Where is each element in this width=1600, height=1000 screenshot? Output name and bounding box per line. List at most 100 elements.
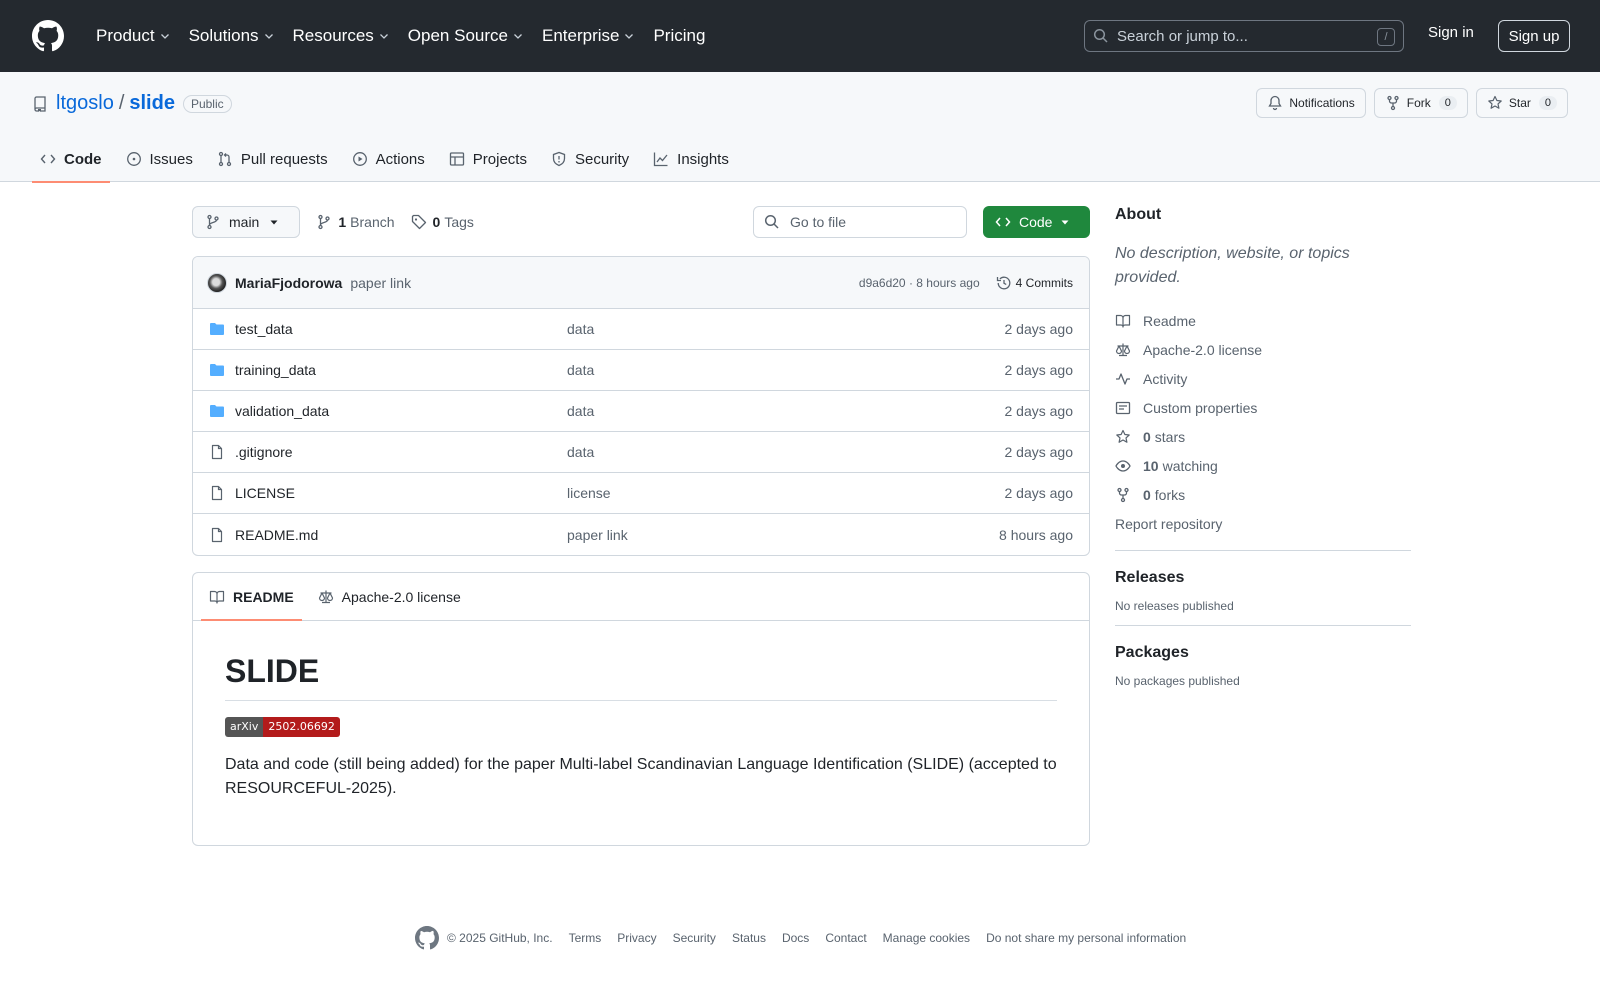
footer-link-status[interactable]: Status [732,931,766,945]
file-icon [211,444,223,460]
avatar[interactable] [207,272,227,293]
license-link[interactable]: Apache-2.0 license [1115,335,1411,364]
tab-pull-requests[interactable]: Pull requests [209,136,336,182]
sign-in-link[interactable]: Sign in [1428,24,1474,41]
sign-up-button[interactable]: Sign up [1498,20,1570,52]
fork-button[interactable]: Fork 0 [1373,88,1468,118]
main-content: main 1 Branch 0 Tags Go to file Code Mar… [192,206,1090,846]
tab-code[interactable]: Code [32,136,110,183]
branch-label: Branch [350,214,395,230]
global-search-input[interactable]: Search or jump to... / [1084,20,1404,52]
repo-owner-link[interactable]: ltgoslo [56,92,114,115]
table-row: LICENSE license 2 days ago [193,473,1089,514]
shield-icon [552,151,566,167]
nav-enterprise[interactable]: Enterprise [534,20,643,52]
tab-actions[interactable]: Actions [344,136,433,182]
footer-link-contact[interactable]: Contact [825,931,866,945]
file-commit-link[interactable]: paper link [567,527,628,543]
file-browser: MariaFjodorowa paper link d9a6d20 · 8 ho… [192,256,1090,556]
releases-title[interactable]: Releases [1115,569,1411,587]
file-name-link[interactable]: README.md [235,527,567,543]
packages-title[interactable]: Packages [1115,644,1411,662]
forks-count: 0 [1143,486,1151,503]
footer-link-docs[interactable]: Docs [782,931,809,945]
table-icon [449,152,464,166]
go-to-file-placeholder: Go to file [790,214,847,230]
commits-history-link[interactable]: 4 Commits [996,275,1073,291]
repo-name-link[interactable]: slide [129,92,175,115]
chevron-down-icon [379,34,388,39]
readme-tabs: README Apache-2.0 license [193,573,1089,621]
git-branch-icon [207,214,219,230]
search-icon [1093,28,1108,43]
tab-insights[interactable]: Insights [645,136,737,182]
tab-label: Insights [677,150,729,168]
github-logo-icon[interactable] [32,20,64,52]
code-dropdown-button[interactable]: Code [983,206,1090,238]
chevron-down-icon [625,34,634,39]
file-commit-link[interactable]: data [567,444,594,460]
file-commit-link[interactable]: license [567,485,611,501]
commit-message-link[interactable]: paper link [350,275,411,291]
star-label: Star [1508,96,1531,110]
repo-title: ltgoslo / slide Public [32,92,232,115]
badge-label: arXiv [225,717,264,737]
activity-link[interactable]: Activity [1115,364,1411,393]
pulse-icon [1116,372,1130,385]
tab-license[interactable]: Apache-2.0 license [310,573,469,620]
file-commit-link[interactable]: data [567,403,594,419]
commit-hash-time[interactable]: d9a6d20 · 8 hours ago [859,276,980,290]
report-repository-link[interactable]: Report repository [1115,509,1411,538]
readme-link[interactable]: Readme [1115,306,1411,335]
footer-link-manage-cookies[interactable]: Manage cookies [883,931,970,945]
tab-readme[interactable]: README [201,573,302,621]
file-commit-link[interactable]: data [567,362,594,378]
file-name-link[interactable]: LICENSE [235,485,567,501]
forks-link[interactable]: 0 forks [1115,480,1411,509]
notifications-button[interactable]: Notifications [1256,88,1366,118]
watching-link[interactable]: 10 watching [1115,451,1411,480]
table-row: training_data data 2 days ago [193,350,1089,391]
github-logo-icon[interactable] [415,926,439,950]
file-name-link[interactable]: training_data [235,362,567,378]
tab-projects[interactable]: Projects [441,136,535,182]
global-nav: Product Solutions Resources Open Source … [88,20,715,52]
table-row: README.md paper link 8 hours ago [193,514,1089,555]
tab-security[interactable]: Security [543,136,637,182]
nav-pricing[interactable]: Pricing [645,20,713,52]
branch-select-button[interactable]: main [192,206,301,238]
file-name-link[interactable]: .gitignore [235,444,567,460]
star-button[interactable]: Star 0 [1475,88,1568,118]
stars-link[interactable]: 0 stars [1115,422,1411,451]
nav-resources[interactable]: Resources [285,20,398,52]
footer-link-do-not-share[interactable]: Do not share my personal information [986,931,1186,945]
graph-icon [654,152,668,167]
file-name-link[interactable]: test_data [235,321,567,337]
go-to-file-input[interactable]: Go to file [753,206,967,238]
visibility-badge: Public [182,94,232,113]
footer-link-security[interactable]: Security [673,931,716,945]
commit-author-link[interactable]: MariaFjodorowa [235,275,342,291]
chevron-down-icon [514,34,522,39]
file-date: 2 days ago [1004,362,1074,378]
tags-link[interactable]: 0 Tags [411,214,474,230]
search-placeholder: Search or jump to... [1117,27,1248,45]
nav-solutions[interactable]: Solutions [181,20,283,52]
nav-open-source[interactable]: Open Source [400,20,532,52]
branches-link[interactable]: 1 Branch [316,214,395,230]
file-commit-link[interactable]: data [567,321,594,337]
tab-label: Pull requests [240,150,328,168]
footer-link-privacy[interactable]: Privacy [617,931,656,945]
custom-properties-link[interactable]: Custom properties [1115,393,1411,422]
tab-label: Apache-2.0 license [341,588,461,605]
arxiv-badge[interactable]: arXiv 2502.06692 [225,717,340,737]
global-header: Product Solutions Resources Open Source … [0,0,1600,72]
table-row: test_data data 2 days ago [193,309,1089,350]
footer-link-terms[interactable]: Terms [569,931,602,945]
nav-product[interactable]: Product [88,20,179,52]
triangle-down-icon [270,220,278,225]
file-name-link[interactable]: validation_data [235,403,567,419]
custom-properties-label: Custom properties [1143,399,1258,416]
folder-icon [210,405,224,417]
tab-issues[interactable]: Issues [118,136,201,182]
